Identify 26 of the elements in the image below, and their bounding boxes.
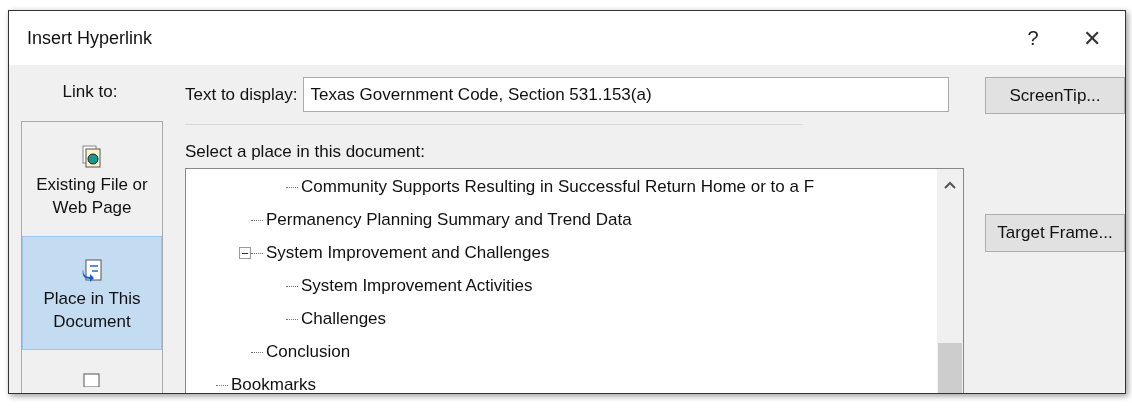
collapse-icon[interactable] xyxy=(239,247,251,259)
tree-item[interactable]: System Improvement and Challenges xyxy=(266,240,550,266)
document-icon xyxy=(82,372,102,387)
target-frame-button[interactable]: Target Frame... xyxy=(985,214,1125,252)
document-arrow-icon xyxy=(81,258,103,283)
tree-item[interactable]: Permanency Planning Summary and Trend Data xyxy=(266,207,632,233)
help-button[interactable]: ? xyxy=(1013,23,1053,53)
text-to-display-label: Text to display: xyxy=(185,83,298,106)
tree-item[interactable]: Challenges xyxy=(301,306,387,332)
screentip-button[interactable]: ScreenTip... xyxy=(985,77,1125,114)
tree-item[interactable]: System Improvement Activities xyxy=(301,273,533,299)
file-globe-icon xyxy=(82,144,102,169)
scrollbar[interactable] xyxy=(937,168,963,393)
tree-item[interactable]: Community Supports Resulting in Successful Return Home or to a F xyxy=(301,174,815,200)
scroll-thumb[interactable] xyxy=(938,343,962,393)
tree-item[interactable]: Conclusion xyxy=(266,339,351,365)
tree-item[interactable]: Bookmarks xyxy=(231,372,317,393)
document-tree[interactable] xyxy=(185,167,964,393)
window-title: Insert Hyperlink xyxy=(27,26,154,50)
scroll-up-icon[interactable] xyxy=(944,180,956,189)
close-button[interactable]: ✕ xyxy=(1077,21,1107,55)
text-to-display-field[interactable]: Texas Government Code, Section 531.153(a) xyxy=(303,77,949,112)
link-type-button[interactable]: Place in This Document xyxy=(22,235,162,350)
select-place-label: Select a place in this document: xyxy=(185,141,427,163)
link-type-button[interactable]: Existing File or Web Page xyxy=(22,121,162,236)
link-to-label: Link to: xyxy=(62,81,118,103)
